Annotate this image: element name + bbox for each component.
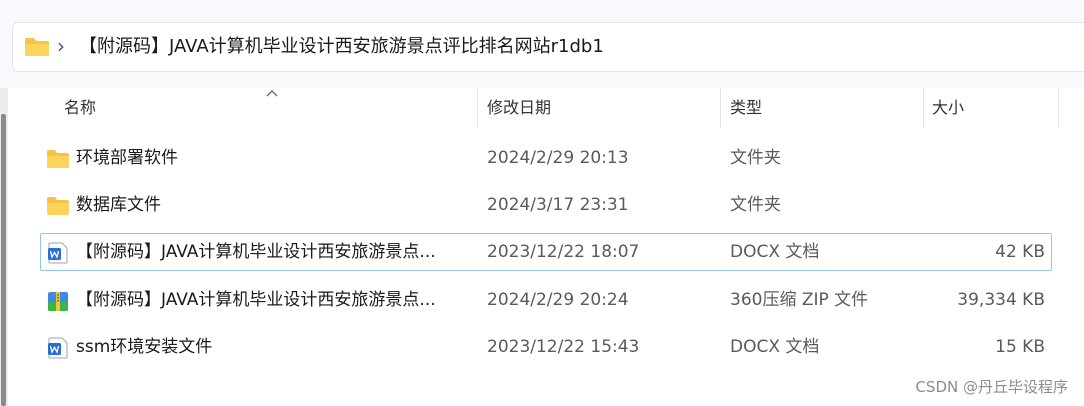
file-modified: 2024/2/29 20:13 bbox=[487, 148, 629, 168]
column-header-name[interactable]: 名称 bbox=[64, 88, 96, 128]
scrollbar-thumb[interactable] bbox=[1, 114, 6, 406]
column-divider[interactable] bbox=[1058, 88, 1059, 128]
file-type: DOCX 文档 bbox=[730, 242, 820, 262]
column-divider[interactable] bbox=[477, 88, 478, 128]
file-row[interactable]: 环境部署软件 2024/2/29 20:13 文件夹 bbox=[40, 139, 1052, 177]
column-header-size[interactable]: 大小 bbox=[932, 88, 964, 128]
folder-icon bbox=[47, 150, 69, 168]
sort-ascending-icon bbox=[266, 90, 278, 97]
file-type: 文件夹 bbox=[730, 195, 781, 215]
file-name: 数据库文件 bbox=[76, 195, 161, 215]
word-document-icon bbox=[48, 337, 68, 359]
folder-icon bbox=[25, 38, 49, 56]
file-explorer-window: › 【附源码】JAVA计算机毕业设计西安旅游景点评比排名网站r1db1 名称 修… bbox=[0, 0, 1084, 406]
column-divider[interactable] bbox=[923, 88, 924, 128]
file-modified: 2024/2/29 20:24 bbox=[487, 290, 629, 310]
file-size: 15 KB bbox=[995, 337, 1045, 357]
file-name: 【附源码】JAVA计算机毕业设计西安旅游景点... bbox=[76, 290, 436, 310]
file-row[interactable]: ssm环境安装文件 2023/12/22 15:43 DOCX 文档 15 KB bbox=[40, 328, 1052, 366]
file-type: DOCX 文档 bbox=[730, 337, 820, 357]
file-row[interactable]: 数据库文件 2024/3/17 23:31 文件夹 bbox=[40, 186, 1052, 224]
left-scrollbar[interactable] bbox=[0, 88, 8, 406]
csdn-watermark: CSDN @丹丘毕设程序 bbox=[915, 378, 1068, 396]
folder-icon bbox=[47, 197, 69, 215]
chevron-right-icon[interactable]: › bbox=[57, 33, 65, 59]
file-name: 【附源码】JAVA计算机毕业设计西安旅游景点... bbox=[76, 242, 436, 262]
file-name: 环境部署软件 bbox=[76, 148, 178, 168]
file-row[interactable]: 【附源码】JAVA计算机毕业设计西安旅游景点... 2024/2/29 20:2… bbox=[40, 281, 1052, 319]
file-type: 360压缩 ZIP 文件 bbox=[730, 290, 869, 310]
address-path[interactable]: 【附源码】JAVA计算机毕业设计西安旅游景点评比排名网站r1db1 bbox=[79, 34, 604, 60]
file-name: ssm环境安装文件 bbox=[76, 337, 213, 357]
toolbar-area: › 【附源码】JAVA计算机毕业设计西安旅游景点评比排名网站r1db1 bbox=[0, 0, 1084, 88]
file-modified: 2023/12/22 15:43 bbox=[487, 337, 640, 357]
file-size: 42 KB bbox=[995, 242, 1045, 262]
file-modified: 2024/3/17 23:31 bbox=[487, 195, 629, 215]
column-header-type[interactable]: 类型 bbox=[730, 88, 762, 128]
file-row[interactable]: 【附源码】JAVA计算机毕业设计西安旅游景点... 2023/12/22 18:… bbox=[40, 233, 1052, 271]
address-bar[interactable]: › 【附源码】JAVA计算机毕业设计西安旅游景点评比排名网站r1db1 bbox=[12, 22, 1084, 72]
column-header-row: 名称 修改日期 类型 大小 bbox=[8, 88, 1084, 128]
column-divider[interactable] bbox=[720, 88, 721, 128]
zip-archive-icon bbox=[48, 292, 68, 311]
column-header-modified[interactable]: 修改日期 bbox=[487, 88, 551, 128]
file-size: 39,334 KB bbox=[957, 290, 1045, 310]
word-document-icon bbox=[48, 242, 68, 264]
file-type: 文件夹 bbox=[730, 148, 781, 168]
file-modified: 2023/12/22 18:07 bbox=[487, 242, 640, 262]
